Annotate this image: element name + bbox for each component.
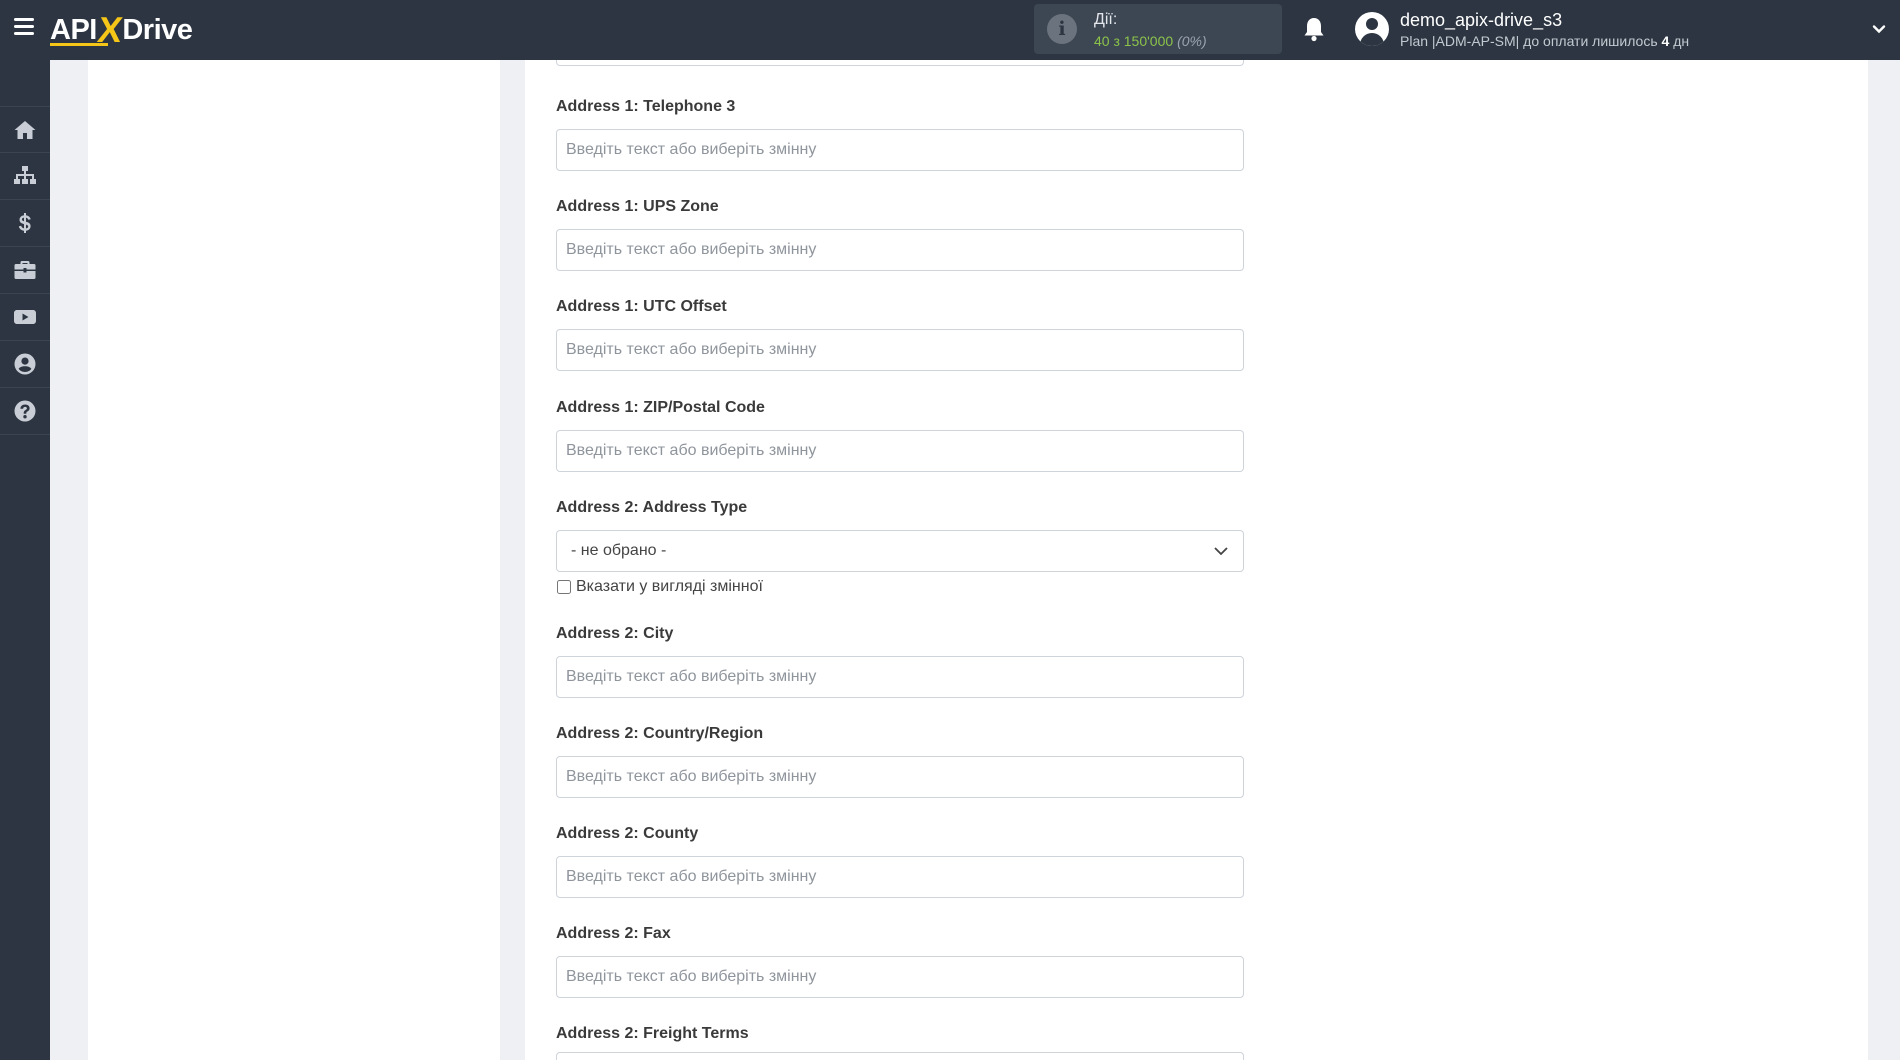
field-address1-telephone3: Address 1: Telephone 3 [556,97,1244,171]
apix-drive-logo[interactable]: API X Drive [50,9,193,50]
bell-icon[interactable] [1302,16,1326,42]
chevron-down-icon [1214,547,1228,556]
field-address1-ups-zone: Address 1: UPS Zone [556,197,1244,271]
sidebar-item-help[interactable] [0,388,50,435]
logo-text-api: API [50,13,97,46]
sidebar [0,60,50,1060]
sidebar-item-services[interactable] [0,247,50,294]
field-label: Address 1: ZIP/Postal Code [556,399,765,416]
sidebar-item-profile[interactable] [0,341,50,388]
question-icon [14,400,36,422]
field-address2-fax: Address 2: Fax [556,924,1244,998]
logo-underline [50,43,108,46]
home-icon [14,120,36,139]
select-value: - не обрано - [571,542,667,559]
chevron-down-icon[interactable] [1872,22,1886,36]
field-label: Address 1: UTC Offset [556,298,727,315]
actions-label: Дії: [1094,11,1118,28]
avatar[interactable] [1355,12,1389,46]
briefcase-icon [14,261,36,279]
use-variable-checkbox[interactable] [557,580,571,594]
use-variable-checkbox-row[interactable]: Вказати у вигляді змінної [556,578,1244,596]
field-address1-utc-offset: Address 1: UTC Offset [556,297,1244,371]
field-label: Address 2: Country/Region [556,725,764,742]
field-address2-country-region: Address 2: Country/Region [556,724,1244,798]
field-address2-county: Address 2: County [556,824,1244,898]
field-label: Address 2: Address Type [556,499,748,516]
field-label: Address 2: Freight Terms [556,1025,749,1042]
previous-field-input[interactable] [556,60,1244,66]
address1-ups-zone-input[interactable] [556,229,1244,271]
address1-zip-input[interactable] [556,430,1244,472]
field-address2-city: Address 2: City [556,624,1244,698]
youtube-icon [14,310,36,324]
user-circle-icon [14,353,36,375]
field-address1-zip: Address 1: ZIP/Postal Code [556,398,1244,472]
sidebar-item-billing[interactable] [0,200,50,247]
field-label: Address 2: County [556,825,699,842]
sitemap-icon [14,166,36,184]
actions-count: 40 з 150'000 (0%) [1094,33,1207,49]
user-plan: Plan |ADM-AP-SM| до оплати лишилось 4 дн [1400,33,1690,49]
sidebar-item-connections[interactable] [0,153,50,200]
left-panel [88,60,500,1060]
field-label: Address 2: City [556,625,674,642]
field-label: Address 1: Telephone 3 [556,98,736,115]
logo-text-drive: Drive [122,13,193,46]
address2-fax-input[interactable] [556,956,1244,998]
dollar-icon [18,213,31,233]
menu-icon[interactable] [14,18,34,36]
address1-telephone3-input[interactable] [556,129,1244,171]
use-variable-label: Вказати у вигляді змінної [576,578,763,595]
field-address2-address-type: Address 2: Address Type - не обрано - Вк… [556,498,1244,596]
address2-address-type-select[interactable]: - не обрано - [556,530,1244,572]
field-label: Address 2: Fax [556,925,671,942]
actions-counter[interactable]: i Дії: 40 з 150'000 (0%) [1034,4,1282,54]
user-name[interactable]: demo_apix-drive_s3 [1400,10,1562,31]
address1-utc-offset-input[interactable] [556,329,1244,371]
info-icon: i [1047,14,1077,44]
address2-city-input[interactable] [556,656,1244,698]
address2-country-region-input[interactable] [556,756,1244,798]
field-label: Address 1: UPS Zone [556,198,719,215]
address2-county-input[interactable] [556,856,1244,898]
top-bar: API X Drive i Дії: 40 з 150'000 (0%) demo_… [0,0,1900,60]
address2-freight-terms-input[interactable] [556,1052,1244,1060]
field-address2-freight-terms: Address 2: Freight Terms [556,1024,1244,1044]
sidebar-item-home[interactable] [0,106,50,153]
sidebar-item-video[interactable] [0,294,50,341]
